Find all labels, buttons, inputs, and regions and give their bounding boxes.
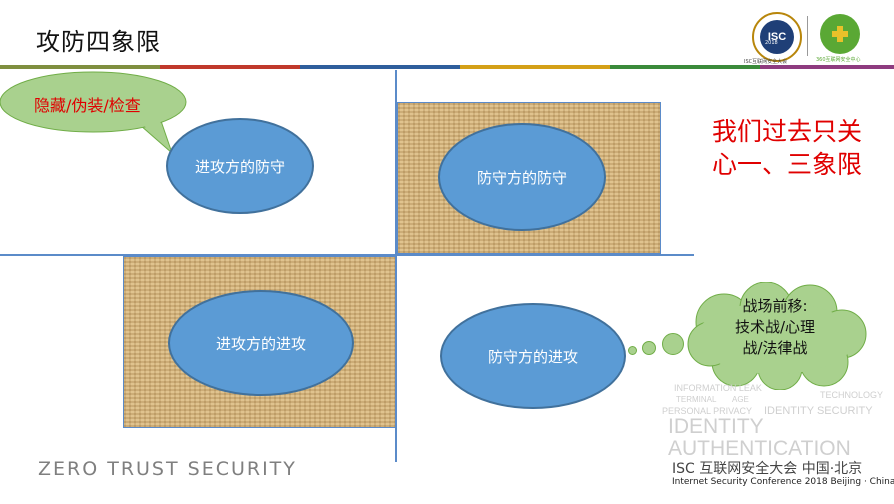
- isc-logo-year: 2018: [765, 40, 778, 46]
- keyword-3: AGE: [732, 395, 749, 404]
- vertical-axis: [395, 70, 397, 462]
- keyword-2: TERMINAL: [676, 395, 717, 404]
- thought-dot-small: [628, 346, 637, 355]
- keyword-1: INFORMATION LEAK: [674, 383, 762, 393]
- ellipse-attacker-defense: 进攻方的防守: [166, 118, 314, 214]
- keyword-6: IDENTITY SECURITY: [764, 405, 873, 417]
- security-center-logo: [820, 14, 860, 54]
- ellipse-attacker-attack: 进攻方的进攻: [168, 290, 354, 396]
- thought-line-3: 战/法律战: [742, 339, 808, 357]
- thought-cloud-text: 战场前移: 技术战/心理 战/法律战: [704, 296, 846, 359]
- keyword-7: IDENTITY: [668, 415, 764, 438]
- zero-trust-watermark: ZERO TRUST SECURITY: [38, 458, 297, 480]
- keyword-4: TECHNOLOGY: [820, 390, 884, 400]
- thought-dot-large: [662, 333, 684, 355]
- thought-line-1: 战场前移:: [742, 297, 808, 315]
- quadrant-label-bottom-right: 防守方的进攻: [487, 347, 578, 366]
- quadrant-note: 我们过去只关心一、三象限: [712, 117, 863, 179]
- quadrant-label-bottom-left: 进攻方的进攻: [215, 334, 306, 353]
- cross-icon: [832, 26, 848, 42]
- ellipse-defender-attack: 防守方的进攻: [440, 303, 626, 409]
- conference-title: ISC 互联网安全大会 中国·北京: [672, 461, 863, 477]
- security-center-caption: 360互联网安全中心: [816, 57, 861, 63]
- isc-logo: ISC: [752, 12, 802, 62]
- thought-line-2: 技术战/心理: [734, 318, 816, 336]
- slide-title: 攻防四象限: [36, 28, 161, 56]
- thought-dot-medium: [642, 341, 656, 355]
- isc-logo-caption: ISC互联网安全大会: [744, 59, 788, 65]
- conference-subtitle: Internet Security Conference 2018 Beijin…: [672, 477, 894, 487]
- ellipse-defender-defense: 防守方的防守: [438, 123, 606, 231]
- quadrant-label-top-right: 防守方的防守: [476, 168, 567, 187]
- callout-text: 隐藏/伪装/检查: [34, 96, 141, 115]
- quadrant-label-top-left: 进攻方的防守: [194, 157, 285, 176]
- horizontal-axis: [0, 254, 694, 256]
- logo-separator: [807, 16, 808, 56]
